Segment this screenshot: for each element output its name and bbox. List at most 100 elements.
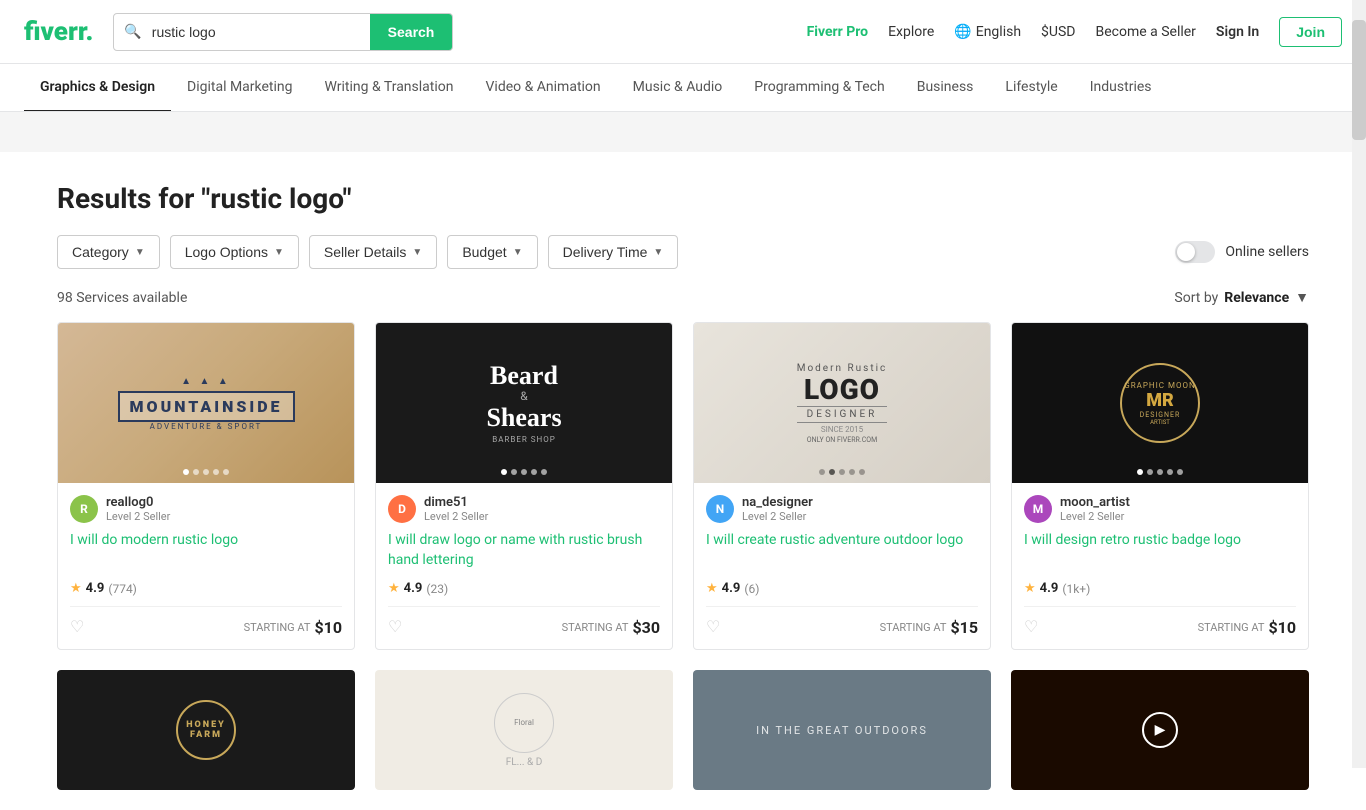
chevron-down-icon: ▼	[274, 247, 284, 258]
filters-row: Category ▼ Logo Options ▼ Seller Details…	[57, 235, 1309, 269]
rating-count-4: (1k+)	[1062, 582, 1090, 596]
play-button[interactable]: ▶	[1142, 712, 1178, 748]
card-footer-1: ♡ STARTING AT $10	[70, 606, 342, 637]
rating-count-3: (6)	[744, 582, 759, 596]
chevron-down-icon: ▼	[1295, 289, 1309, 306]
nav-item-digital[interactable]: Digital Marketing	[171, 64, 308, 112]
sort-value: Relevance	[1224, 290, 1289, 306]
card-footer-3: ♡ STARTING AT $15	[706, 606, 978, 637]
bottom-card-4[interactable]: ▶	[1011, 670, 1309, 790]
favorite-button-3[interactable]: ♡	[706, 617, 720, 637]
logo[interactable]: fiverr.	[24, 17, 93, 47]
chevron-down-icon: ▼	[513, 247, 523, 258]
become-seller-link[interactable]: Become a Seller	[1095, 24, 1195, 40]
explore-link[interactable]: Explore	[888, 24, 934, 40]
language-selector[interactable]: 🌐 English	[954, 24, 1021, 40]
nav-item-business[interactable]: Business	[901, 64, 990, 112]
card-seller-3: N na_designer Level 2 Seller	[706, 495, 978, 523]
seller-info-2: dime51 Level 2 Seller	[424, 495, 488, 523]
filter-delivery-time-label: Delivery Time	[563, 244, 648, 260]
card-dots-2	[501, 469, 547, 475]
card-dots-1	[183, 469, 229, 475]
fiverr-pro-link[interactable]: Fiverr Pro	[807, 24, 869, 40]
filter-category[interactable]: Category ▼	[57, 235, 160, 269]
seller-name-1: reallog0	[106, 495, 170, 510]
sort-wrap[interactable]: Sort by Relevance ▼	[1174, 289, 1309, 306]
seller-level-2: Level 2 Seller	[424, 510, 488, 523]
nav-item-graphics[interactable]: Graphics & Design	[24, 64, 171, 112]
bottom-card-1[interactable]: HONEY FARM	[57, 670, 355, 790]
avatar-3: N	[706, 495, 734, 523]
gig-card-2[interactable]: Beard & Shears BARBER SHOP D dim	[375, 322, 673, 650]
star-icon-3: ★	[706, 581, 718, 596]
price-wrap-4: STARTING AT $10	[1198, 618, 1296, 637]
gig-card-3[interactable]: Modern Rustic LOGO DESIGNER SINCE 2015 O…	[693, 322, 991, 650]
price-4: $10	[1268, 618, 1296, 637]
currency-selector[interactable]: $USD	[1041, 24, 1075, 40]
chevron-down-icon: ▼	[135, 247, 145, 258]
starting-at-label-1: STARTING AT	[244, 621, 311, 634]
avatar-1: R	[70, 495, 98, 523]
bottom-card-3[interactable]: IN THE GREAT OUTDOORS	[693, 670, 991, 790]
search-input[interactable]	[152, 24, 370, 40]
scrollbar[interactable]	[1352, 0, 1366, 768]
card-title-2: I will draw logo or name with rustic bru…	[388, 531, 660, 571]
card-body-2: D dime51 Level 2 Seller I will draw logo…	[376, 483, 672, 649]
seller-level-1: Level 2 Seller	[106, 510, 170, 523]
nav-item-music[interactable]: Music & Audio	[617, 64, 739, 112]
card-footer-4: ♡ STARTING AT $10	[1024, 606, 1296, 637]
header: fiverr. 🔍 Search Fiverr Pro Explore 🌐 En…	[0, 0, 1366, 64]
nav-item-industries[interactable]: Industries	[1074, 64, 1168, 112]
card-title-3: I will create rustic adventure outdoor l…	[706, 531, 978, 571]
filter-budget[interactable]: Budget ▼	[447, 235, 537, 269]
card-title-1: I will do modern rustic logo	[70, 531, 342, 571]
card-rating-4: ★ 4.9 (1k+)	[1024, 581, 1296, 596]
starting-at-label-4: STARTING AT	[1198, 621, 1265, 634]
nav-item-lifestyle[interactable]: Lifestyle	[989, 64, 1073, 112]
results-title: Results for "rustic logo"	[57, 182, 1309, 215]
bottom-card-2[interactable]: Floral FL... & D	[375, 670, 673, 790]
nav-item-programming[interactable]: Programming & Tech	[738, 64, 900, 112]
category-nav: Graphics & Design Digital Marketing Writ…	[0, 64, 1366, 112]
card-image-3: Modern Rustic LOGO DESIGNER SINCE 2015 O…	[694, 323, 990, 483]
online-sellers-label: Online sellers	[1225, 244, 1309, 260]
favorite-button-1[interactable]: ♡	[70, 617, 84, 637]
sign-in-link[interactable]: Sign In	[1216, 24, 1259, 40]
starting-at-label-2: STARTING AT	[562, 621, 629, 634]
filter-delivery-time[interactable]: Delivery Time ▼	[548, 235, 679, 269]
card-dots-3	[819, 469, 865, 475]
card-body-4: M moon_artist Level 2 Seller I will desi…	[1012, 483, 1308, 649]
card-body-1: R reallog0 Level 2 Seller I will do mode…	[58, 483, 354, 649]
rating-count-1: (774)	[108, 582, 137, 596]
avatar-2: D	[388, 495, 416, 523]
price-2: $30	[632, 618, 660, 637]
favorite-button-4[interactable]: ♡	[1024, 617, 1038, 637]
filter-logo-options[interactable]: Logo Options ▼	[170, 235, 299, 269]
avatar-4: M	[1024, 495, 1052, 523]
nav-item-writing[interactable]: Writing & Translation	[309, 64, 470, 112]
seller-info-1: reallog0 Level 2 Seller	[106, 495, 170, 523]
card-seller-2: D dime51 Level 2 Seller	[388, 495, 660, 523]
card-seller-1: R reallog0 Level 2 Seller	[70, 495, 342, 523]
favorite-button-2[interactable]: ♡	[388, 617, 402, 637]
logo-text: fiverr	[24, 17, 85, 47]
card-footer-2: ♡ STARTING AT $30	[388, 606, 660, 637]
filter-seller-details[interactable]: Seller Details ▼	[309, 235, 437, 269]
price-wrap-3: STARTING AT $15	[880, 618, 978, 637]
rating-value-2: 4.9	[404, 581, 423, 596]
search-button[interactable]: Search	[370, 13, 453, 51]
gig-card-1[interactable]: ▲ ▲ ▲ MOUNTAINSIDE ADVENTURE & SPORT R r…	[57, 322, 355, 650]
rating-value-1: 4.9	[86, 581, 105, 596]
filter-category-label: Category	[72, 244, 129, 260]
gig-card-4[interactable]: GRAPHIC MOON MR DESIGNER ARTIST M	[1011, 322, 1309, 650]
star-icon-2: ★	[388, 581, 400, 596]
filter-budget-label: Budget	[462, 244, 506, 260]
price-wrap-2: STARTING AT $30	[562, 618, 660, 637]
online-sellers-toggle[interactable]	[1175, 241, 1215, 263]
header-right: Fiverr Pro Explore 🌐 English $USD Become…	[807, 17, 1342, 47]
rating-value-4: 4.9	[1040, 581, 1059, 596]
card-rating-1: ★ 4.9 (774)	[70, 581, 342, 596]
nav-item-video[interactable]: Video & Animation	[470, 64, 617, 112]
join-button[interactable]: Join	[1279, 17, 1342, 47]
scrollbar-thumb[interactable]	[1352, 20, 1366, 140]
